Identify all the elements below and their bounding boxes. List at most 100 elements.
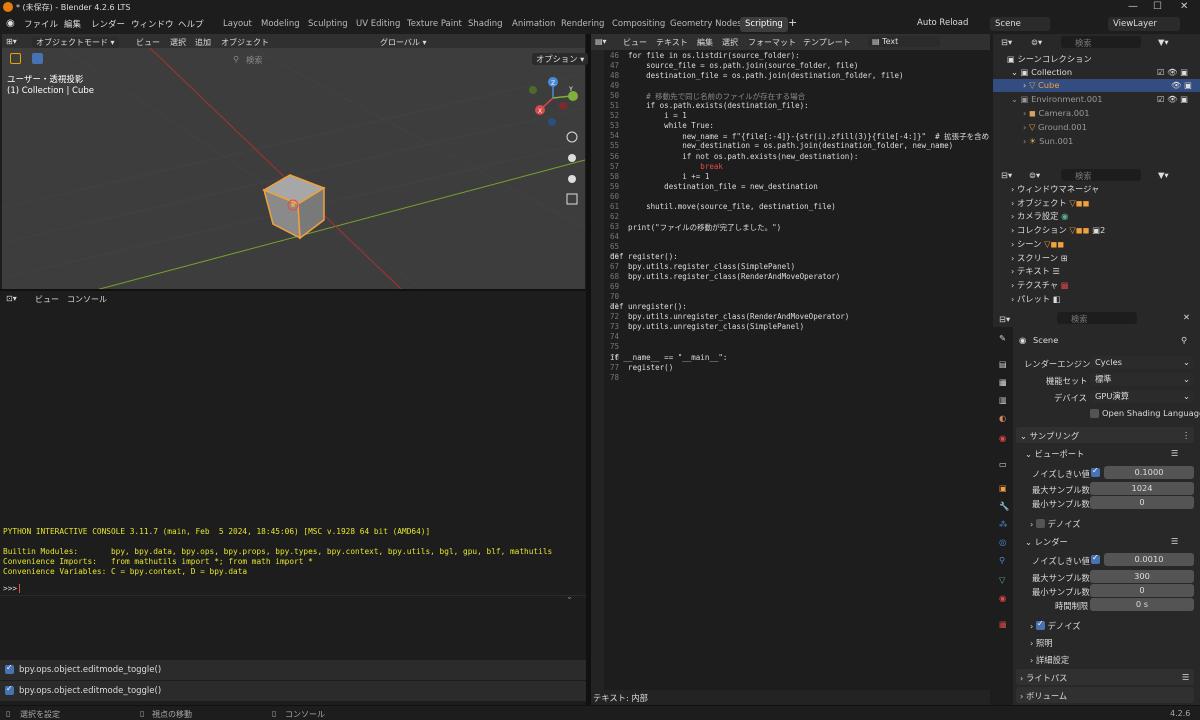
code-line[interactable]: def unregister(): (610, 302, 687, 311)
vp-max-field[interactable]: 1024 (1090, 482, 1194, 495)
tree-item-collections[interactable]: › コレクション ▽◼◼ ▣2 (1011, 224, 1105, 236)
view-layer-selector[interactable]: ViewLayer (1108, 17, 1180, 31)
tab-animation[interactable]: Animation (507, 17, 560, 32)
editor-menu-select[interactable]: 選択 (722, 37, 738, 48)
code-line[interactable]: def register(): (610, 252, 678, 261)
sun-item[interactable]: › ☀ Sun.001 (1023, 136, 1073, 146)
select-box-icon[interactable] (10, 53, 21, 64)
display-mode-icon[interactable]: ⊜▾ (1031, 37, 1042, 47)
visibility-toggles[interactable]: ☑ 👁 ▣ (1157, 94, 1188, 105)
code-line[interactable]: shutil.move(source_file, destination_fil… (610, 202, 836, 211)
light-paths-panel[interactable]: › ライトパス ☰ (1016, 669, 1194, 685)
editor-menu-format[interactable]: フォーマット (748, 37, 796, 48)
viewport-menu-select[interactable]: 選択 (170, 37, 186, 48)
maximize-icon[interactable]: ☐ (1153, 1, 1162, 12)
visibility-toggles[interactable]: 👁 ▣ (1171, 80, 1192, 91)
collection-tab-icon[interactable]: ▭ (999, 459, 1007, 469)
code-line[interactable]: bpy.utils.unregister_class(RenderAndMove… (610, 312, 849, 321)
code-line[interactable]: i = 1 (610, 111, 687, 120)
editor-menu-edit[interactable]: 編集 (697, 37, 713, 48)
volumes-panel[interactable]: › ボリューム (1016, 687, 1194, 703)
collapse-chevron-icon[interactable]: ⌄ (566, 591, 573, 601)
vp-denoise-subpanel[interactable]: › デノイズ (1030, 518, 1081, 530)
close-icon[interactable]: ✕ (1180, 1, 1188, 12)
render-presets-icon[interactable]: ☰ (1171, 536, 1178, 546)
tab-compositing[interactable]: Compositing (607, 17, 670, 32)
console-menu-view[interactable]: ビュー (35, 294, 59, 305)
world-tab-icon[interactable]: ◉ (999, 433, 1006, 443)
vp-min-field[interactable]: 0 (1090, 496, 1194, 509)
add-workspace-icon[interactable]: + (788, 16, 797, 29)
menu-window[interactable]: ウィンドウ (131, 18, 174, 30)
viewport-menu-view[interactable]: ビュー (136, 37, 160, 48)
code-line[interactable]: i += 1 (610, 172, 709, 181)
tree-item-objects[interactable]: › オブジェクト ▽◼◼ (1011, 197, 1090, 209)
tab-uv-editing[interactable]: UV Editing (351, 17, 405, 32)
time-limit-field[interactable]: 0 s (1090, 598, 1194, 611)
code-line[interactable]: new_destination = os.path.join(destinati… (610, 141, 953, 150)
code-line[interactable]: if os.path.exists(destination_file): (610, 101, 809, 110)
tree-item-textures[interactable]: › テクスチャ ▦ (1011, 279, 1069, 291)
select-new-icon[interactable] (32, 53, 43, 64)
code-line[interactable]: if not os.path.exists(new_destination): (610, 152, 858, 161)
menu-edit[interactable]: 編集 (64, 18, 81, 30)
editor-menu-templates[interactable]: テンプレート (803, 37, 851, 48)
object-tab-icon[interactable]: ▣ (999, 483, 1007, 493)
python-console[interactable]: ⊡▾ ビュー コンソール PYTHON INTERACTIVE CONSOLE … (0, 291, 586, 705)
r-noise-field[interactable]: 0.0010 (1104, 553, 1194, 566)
console-menu-console[interactable]: コンソール (67, 294, 107, 305)
r-max-field[interactable]: 300 (1090, 570, 1194, 583)
code-line[interactable]: for file in os.listdir(source_folder): (610, 51, 800, 60)
particles-tab-icon[interactable]: ⁂ (999, 519, 1007, 529)
ground-item[interactable]: › ▽ Ground.001 (1023, 122, 1087, 132)
texture-tab-icon[interactable]: ▦ (999, 619, 1007, 629)
vp-noise-checkbox[interactable] (1091, 466, 1100, 477)
tree-item-window-manager[interactable]: › ウィンドウマネージャ (1011, 183, 1099, 195)
scene-selector[interactable]: Scene (990, 17, 1050, 31)
sampling-panel-header[interactable]: ⌄ サンプリング ⋮ (1016, 427, 1194, 443)
minimize-icon[interactable]: — (1128, 1, 1138, 12)
code-line[interactable]: if __name__ == "__main__": (610, 353, 727, 362)
code-line[interactable]: register() (610, 363, 673, 372)
material-tab-icon[interactable]: ◉ (999, 593, 1006, 603)
menu-render[interactable]: レンダー (91, 18, 125, 30)
viewport-menu-object[interactable]: オブジェクト (221, 37, 269, 48)
blender-menu-icon[interactable]: ◉ (6, 18, 15, 29)
sampling-menu-icon[interactable]: ⋮ (1182, 430, 1190, 440)
tab-modeling[interactable]: Modeling (256, 17, 305, 32)
light-paths-menu-icon[interactable]: ☰ (1182, 672, 1189, 682)
code-line[interactable]: while True: (610, 121, 714, 130)
code-line[interactable]: destination_file = os.path.join(destinat… (610, 71, 903, 80)
tree-item-scenes[interactable]: › シーン ▽◼◼ (1011, 238, 1064, 250)
visibility-toggles[interactable]: ☑ 👁 ▣ (1157, 67, 1188, 78)
tree-item-palettes[interactable]: › パレット ◧ (1011, 293, 1061, 305)
r-denoise-subpanel[interactable]: › デノイズ (1030, 619, 1081, 632)
blender-file-browser[interactable]: ⊟▾ ⊜▾ 検索 ▼▾ › ウィンドウマネージャ › オブジェクト ▽◼◼ › … (993, 165, 1200, 309)
scene-collection-item[interactable]: ▣ シーンコレクション (1007, 53, 1092, 65)
tool-tab-icon[interactable]: ✎ (999, 333, 1006, 343)
modifier-tab-icon[interactable]: 🔧 (999, 501, 1009, 512)
code-line[interactable]: bpy.utils.register_class(SimplePanel) (610, 262, 795, 271)
view-layer-tab-icon[interactable]: ▥ (999, 395, 1007, 405)
output-tab-icon[interactable]: ▦ (999, 377, 1007, 387)
lights-subpanel[interactable]: › 照明 (1030, 637, 1053, 649)
r-noise-checkbox[interactable] (1091, 553, 1100, 564)
render-subpanel-header[interactable]: ⌄ レンダー (1025, 536, 1068, 548)
code-line[interactable]: print("ファイルの移動が完了しました。") (610, 222, 781, 233)
console-editor-type-icon[interactable]: ⊡▾ (6, 294, 17, 303)
tab-layout[interactable]: Layout (218, 17, 257, 32)
tab-rendering[interactable]: Rendering (556, 17, 609, 32)
pin-icon[interactable]: ⚲ (1181, 335, 1187, 345)
constraints-tab-icon[interactable]: ⚲ (999, 555, 1005, 565)
physics-tab-icon[interactable]: ◎ (999, 537, 1006, 547)
data-tab-icon[interactable]: ▽ (999, 575, 1005, 585)
datapanel-filter-icon[interactable]: ▼▾ (1158, 170, 1169, 180)
filter-icon[interactable]: ▼▾ (1158, 37, 1169, 47)
feature-set-dropdown[interactable]: 標準 ⌄ (1090, 373, 1194, 386)
props-close-icon[interactable]: ✕ (1183, 312, 1190, 322)
device-dropdown[interactable]: GPU演算 ⌄ (1090, 390, 1194, 403)
text-editor[interactable]: ▤▾ ビュー テキスト 編集 選択 フォーマット テンプレート ▤ Text 4… (591, 34, 990, 705)
properties-editor[interactable]: ⊟▾ 検索 ✕ ✎ ▤ ▦ ▥ ◐ ◉ ▭ ▣ 🔧 ⁂ ◎ ⚲ ▽ ◉ ▦ ◉ … (993, 309, 1200, 705)
outliner-type-icon[interactable]: ⊟▾ (1001, 37, 1012, 47)
viewport-subpanel-header[interactable]: ⌄ ビューポート (1025, 448, 1084, 460)
